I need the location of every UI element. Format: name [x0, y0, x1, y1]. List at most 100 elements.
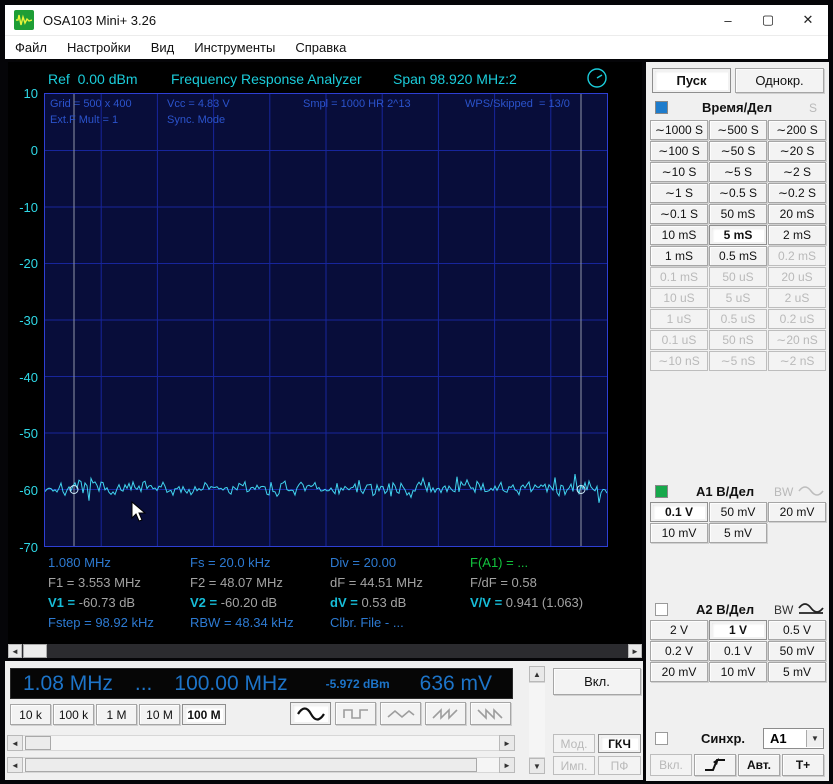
timebase-button[interactable]: 2 uS: [768, 288, 826, 308]
timebase-button[interactable]: 50 nS: [709, 330, 767, 350]
timebase-button[interactable]: ∼10 nS: [650, 351, 708, 371]
timebase-button[interactable]: 0.2 uS: [768, 309, 826, 329]
range-100k-button[interactable]: 100 k: [53, 704, 94, 725]
timebase-button[interactable]: ∼2 S: [768, 162, 826, 182]
range-100m-button[interactable]: 100 M: [182, 704, 226, 725]
timebase-button[interactable]: ∼20 nS: [768, 330, 826, 350]
scroll-right-icon[interactable]: ►: [628, 644, 642, 658]
sync-edge-button[interactable]: [694, 754, 736, 776]
timebase-indicator[interactable]: [655, 101, 668, 114]
timebase-button[interactable]: ∼500 S: [709, 120, 767, 140]
timebase-button[interactable]: 10 uS: [650, 288, 708, 308]
generator-v-scrollbar[interactable]: ▲ ▼: [529, 666, 545, 774]
wave-ramp-down-button[interactable]: [470, 702, 511, 725]
a1-channel-indicator[interactable]: [655, 485, 668, 498]
a2-vdiv-button[interactable]: 20 mV: [650, 662, 708, 682]
timebase-button[interactable]: 50 uS: [709, 267, 767, 287]
a2-enable-checkbox[interactable]: [655, 603, 668, 616]
timebase-button[interactable]: ∼200 S: [768, 120, 826, 140]
scroll-down-icon[interactable]: ▼: [529, 758, 545, 774]
generator-fine-scrollbar[interactable]: ◄ ►: [7, 757, 515, 773]
timebase-button[interactable]: ∼100 S: [650, 141, 708, 161]
scroll-thumb[interactable]: [25, 736, 51, 750]
modulation-button[interactable]: Мод.: [553, 734, 595, 753]
pulse-button[interactable]: Имп.: [553, 756, 595, 775]
timebase-button[interactable]: ∼2 nS: [768, 351, 826, 371]
a1-vdiv-button[interactable]: 10 mV: [650, 523, 708, 543]
scroll-left-icon[interactable]: ◄: [8, 644, 22, 658]
timebase-button[interactable]: 2 mS: [768, 225, 826, 245]
wave-sine-button[interactable]: [290, 702, 331, 725]
timebase-button[interactable]: 0.2 mS: [768, 246, 826, 266]
timebase-button[interactable]: ∼5 S: [709, 162, 767, 182]
timebase-button[interactable]: ∼50 S: [709, 141, 767, 161]
scroll-left-icon[interactable]: ◄: [7, 735, 23, 751]
range-10k-button[interactable]: 10 k: [10, 704, 51, 725]
menu-file[interactable]: Файл: [5, 40, 57, 55]
scroll-track[interactable]: [23, 735, 499, 751]
a1-vdiv-button[interactable]: 50 mV: [709, 502, 767, 522]
generator-on-button[interactable]: Вкл.: [553, 668, 641, 695]
sync-auto-button[interactable]: Авт.: [738, 754, 780, 776]
display-h-scrollbar[interactable]: ◄ ►: [8, 644, 642, 658]
menu-help[interactable]: Справка: [285, 40, 356, 55]
timebase-button[interactable]: ∼0.2 S: [768, 183, 826, 203]
sync-source-dropdown[interactable]: A1 ▼: [763, 728, 824, 749]
scroll-left-icon[interactable]: ◄: [7, 757, 23, 773]
sync-enable-checkbox[interactable]: [655, 732, 668, 745]
timebase-button[interactable]: ∼5 nS: [709, 351, 767, 371]
a1-vdiv-button[interactable]: 20 mV: [768, 502, 826, 522]
a2-vdiv-button[interactable]: 0.1 V: [709, 641, 767, 661]
close-button[interactable]: ✕: [788, 5, 828, 35]
scroll-track[interactable]: [529, 682, 545, 758]
scroll-thumb[interactable]: [25, 758, 477, 772]
range-1m-button[interactable]: 1 M: [96, 704, 137, 725]
menu-view[interactable]: Вид: [141, 40, 185, 55]
generator-coarse-scrollbar[interactable]: ◄ ►: [7, 735, 515, 751]
timebase-button[interactable]: ∼10 S: [650, 162, 708, 182]
a2-coupling-icon[interactable]: [798, 600, 824, 621]
minimize-button[interactable]: –: [708, 5, 748, 35]
a2-vdiv-button[interactable]: 0.5 V: [768, 620, 826, 640]
dropdown-arrow-icon[interactable]: ▼: [806, 730, 823, 747]
timebase-button[interactable]: 20 mS: [768, 204, 826, 224]
timebase-button[interactable]: 20 uS: [768, 267, 826, 287]
timebase-button[interactable]: ∼20 S: [768, 141, 826, 161]
timebase-button[interactable]: ∼0.1 S: [650, 204, 708, 224]
scroll-track[interactable]: [23, 757, 499, 773]
a2-bw-label[interactable]: BW: [774, 603, 793, 617]
a1-vdiv-button[interactable]: 0.1 V: [650, 502, 708, 522]
timebase-button[interactable]: 0.1 uS: [650, 330, 708, 350]
timebase-button[interactable]: 50 mS: [709, 204, 767, 224]
a1-vdiv-button[interactable]: 5 mV: [709, 523, 767, 543]
range-10m-button[interactable]: 10 M: [139, 704, 180, 725]
timebase-button[interactable]: 5 mS: [709, 225, 767, 245]
a2-vdiv-button[interactable]: 1 V: [709, 620, 767, 640]
plot-area[interactable]: Grid = 500 x 400 Vcc = 4.83 V Smpl = 100…: [44, 93, 608, 547]
scroll-right-icon[interactable]: ►: [499, 735, 515, 751]
timebase-button[interactable]: ∼0.5 S: [709, 183, 767, 203]
a2-vdiv-button[interactable]: 50 mV: [768, 641, 826, 661]
menu-tools[interactable]: Инструменты: [184, 40, 285, 55]
timebase-button[interactable]: 5 uS: [709, 288, 767, 308]
a2-vdiv-button[interactable]: 5 mV: [768, 662, 826, 682]
timebase-button[interactable]: 1 uS: [650, 309, 708, 329]
timebase-button[interactable]: ∼1000 S: [650, 120, 708, 140]
timebase-button[interactable]: 1 mS: [650, 246, 708, 266]
sweep-gkch-button[interactable]: ГКЧ: [598, 734, 641, 753]
scroll-track[interactable]: [22, 644, 628, 658]
a1-bw-label[interactable]: BW: [774, 485, 793, 499]
sync-on-button[interactable]: Вкл.: [650, 754, 692, 776]
timebase-button[interactable]: 0.5 mS: [709, 246, 767, 266]
menu-settings[interactable]: Настройки: [57, 40, 141, 55]
timebase-button[interactable]: ∼1 S: [650, 183, 708, 203]
a1-coupling-icon[interactable]: [798, 483, 824, 502]
wave-square-button[interactable]: [335, 702, 376, 725]
sync-tplus-button[interactable]: Т+: [782, 754, 824, 776]
timebase-button[interactable]: 0.1 mS: [650, 267, 708, 287]
maximize-button[interactable]: ▢: [748, 5, 788, 35]
timebase-button[interactable]: 0.5 uS: [709, 309, 767, 329]
single-shot-button[interactable]: Однокр.: [735, 68, 824, 93]
bandpass-button[interactable]: ПФ: [598, 756, 641, 775]
a2-vdiv-button[interactable]: 0.2 V: [650, 641, 708, 661]
